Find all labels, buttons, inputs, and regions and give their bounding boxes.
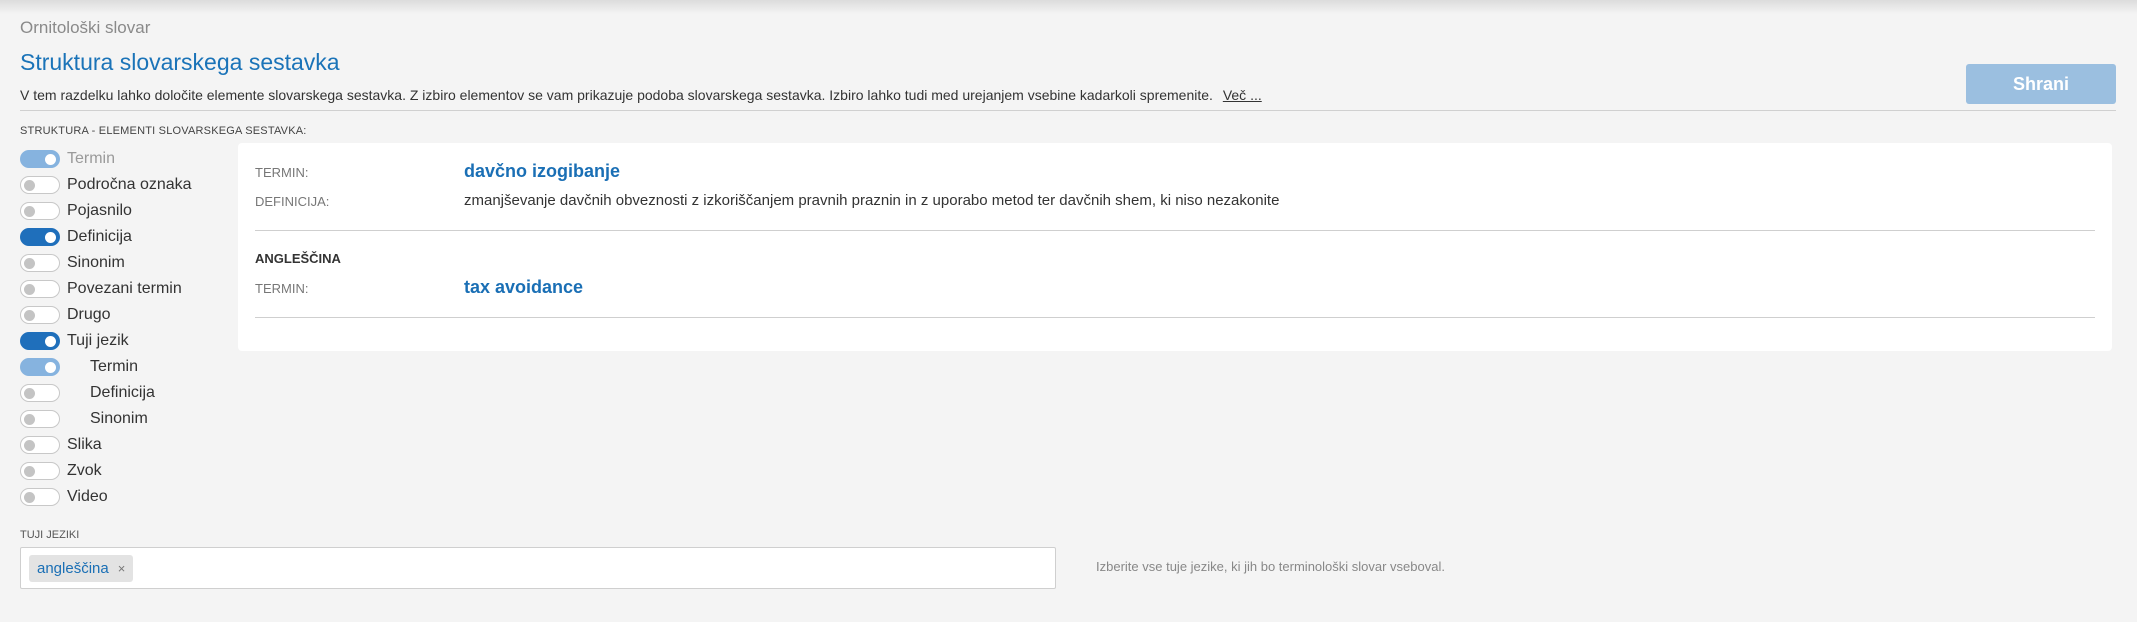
- toggle-switch-povezani-termin[interactable]: [20, 280, 60, 298]
- toggle-row-sinonim: Sinonim: [20, 250, 192, 276]
- toggle-knob: [45, 362, 56, 373]
- preview-term-label: TERMIN:: [255, 165, 309, 180]
- top-shadow: [0, 0, 2137, 14]
- breadcrumb[interactable]: Ornitološki slovar: [20, 18, 150, 38]
- toggle-switch-tuji-sinonim[interactable]: [20, 410, 60, 428]
- preview-language-heading: ANGLEŠČINA: [255, 251, 341, 266]
- toggle-row-pojasnilo: Pojasnilo: [20, 198, 192, 224]
- preview-definition-label: DEFINICIJA:: [255, 194, 330, 209]
- more-link[interactable]: Več ...: [1223, 87, 1262, 103]
- toggle-label: Tuji jezik: [67, 332, 129, 349]
- entry-preview-card: TERMIN: davčno izogibanje DEFINICIJA: zm…: [238, 143, 2112, 351]
- foreign-languages-select[interactable]: angleščina ×: [20, 547, 1056, 589]
- toggle-switch-video[interactable]: [20, 488, 60, 506]
- preview-definition: zmanjševanje davčnih obveznosti z izkori…: [464, 192, 1280, 209]
- toggle-switch-definicija[interactable]: [20, 228, 60, 246]
- toggle-label: Povezani termin: [67, 280, 182, 297]
- toggle-label: Sinonim: [67, 254, 125, 271]
- toggle-knob: [24, 388, 35, 399]
- toggle-label: Pojasnilo: [67, 202, 132, 219]
- preview-term: davčno izogibanje: [464, 161, 621, 181]
- page-description: V tem razdelku lahko določite elemente s…: [20, 87, 1262, 103]
- toggle-switch-podrocna-oznaka[interactable]: [20, 176, 60, 194]
- structure-section-label: STRUKTURA - ELEMENTI SLOVARSKEGA SESTAVK…: [20, 125, 307, 137]
- toggle-label: Definicija: [67, 228, 132, 245]
- description-text: V tem razdelku lahko določite elemente s…: [20, 87, 1213, 103]
- remove-tag-icon[interactable]: ×: [118, 561, 126, 576]
- save-button[interactable]: Shrani: [1966, 64, 2116, 104]
- toggle-knob: [45, 154, 56, 165]
- toggle-row-tuji-definicija: Definicija: [20, 380, 192, 406]
- toggle-knob: [24, 492, 35, 503]
- toggle-switch-tuji-definicija[interactable]: [20, 384, 60, 402]
- toggle-knob: [24, 258, 35, 269]
- toggle-knob: [24, 180, 35, 191]
- toggle-row-povezani-termin: Povezani termin: [20, 276, 192, 302]
- toggle-knob: [24, 310, 35, 321]
- divider: [20, 110, 2116, 111]
- preview-divider: [255, 317, 2095, 318]
- toggle-label: Zvok: [67, 462, 102, 479]
- toggle-label: Termin: [90, 358, 139, 375]
- toggle-knob: [24, 206, 35, 217]
- toggle-label: Drugo: [67, 306, 111, 323]
- toggle-row-tuji-jezik: Tuji jezik: [20, 328, 192, 354]
- toggle-switch-sinonim[interactable]: [20, 254, 60, 272]
- toggle-knob: [24, 284, 35, 295]
- toggle-row-drugo: Drugo: [20, 302, 192, 328]
- toggle-label: Definicija: [90, 384, 155, 401]
- toggle-switch-termin[interactable]: [20, 150, 60, 168]
- toggle-row-tuji-termin: Termin: [20, 354, 192, 380]
- toggle-switch-tuji-jezik[interactable]: [20, 332, 60, 350]
- structure-toggle-list: Termin Področna oznaka Pojasnilo Definic…: [20, 146, 192, 510]
- toggle-switch-drugo[interactable]: [20, 306, 60, 324]
- toggle-switch-tuji-termin[interactable]: [20, 358, 60, 376]
- language-tag-label: angleščina: [37, 560, 109, 577]
- toggle-knob: [24, 414, 35, 425]
- toggle-knob: [24, 466, 35, 477]
- toggle-knob: [45, 232, 56, 243]
- toggle-switch-slika[interactable]: [20, 436, 60, 454]
- page-title: Struktura slovarskega sestavka: [20, 49, 340, 75]
- toggle-label: Termin: [67, 150, 116, 167]
- toggle-label: Slika: [67, 436, 102, 453]
- toggle-row-video: Video: [20, 484, 192, 510]
- toggle-knob: [45, 336, 56, 347]
- preview-foreign-term: tax avoidance: [464, 277, 584, 297]
- language-tag: angleščina ×: [29, 555, 134, 582]
- toggle-switch-zvok[interactable]: [20, 462, 60, 480]
- toggle-row-podrocna-oznaka: Področna oznaka: [20, 172, 192, 198]
- preview-foreign-term-label: TERMIN:: [255, 281, 309, 296]
- toggle-label: Področna oznaka: [67, 176, 192, 193]
- toggle-row-definicija: Definicija: [20, 224, 192, 250]
- toggle-label: Sinonim: [90, 410, 148, 427]
- toggle-label: Video: [67, 488, 108, 505]
- toggle-switch-pojasnilo[interactable]: [20, 202, 60, 220]
- foreign-languages-help: Izberite vse tuje jezike, ki jih bo term…: [1096, 559, 1445, 574]
- preview-divider: [255, 230, 2095, 231]
- toggle-row-zvok: Zvok: [20, 458, 192, 484]
- foreign-languages-label: TUJI JEZIKI: [20, 529, 80, 541]
- toggle-row-slika: Slika: [20, 432, 192, 458]
- toggle-row-tuji-sinonim: Sinonim: [20, 406, 192, 432]
- toggle-row-termin: Termin: [20, 146, 192, 172]
- toggle-knob: [24, 440, 35, 451]
